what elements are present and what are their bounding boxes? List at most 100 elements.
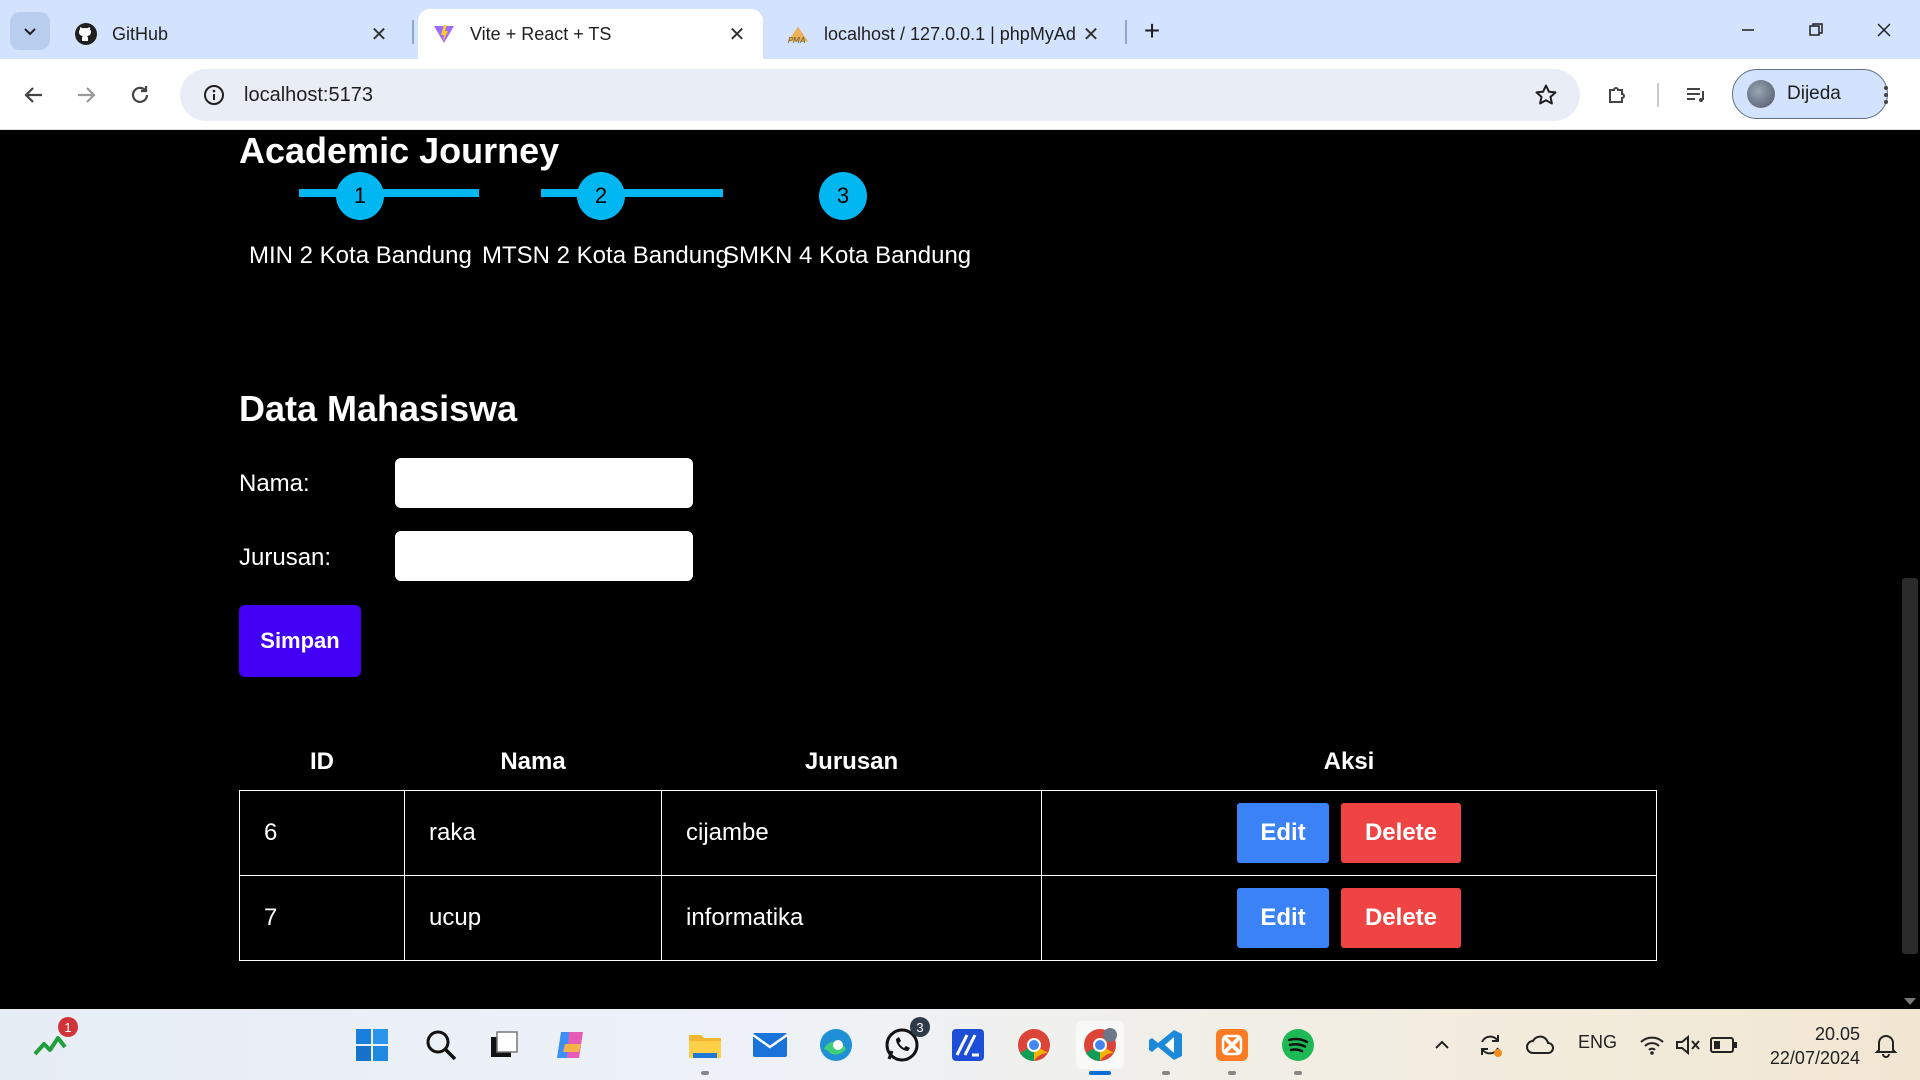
tab-vite[interactable]: Vite + React + TS ✕ [418,9,763,59]
file-explorer-button[interactable] [681,1021,729,1075]
column-header-id: ID [310,748,334,776]
media-control-button[interactable] [1676,75,1716,115]
tab-search-button[interactable] [10,12,50,50]
new-tab-button[interactable]: + [1135,14,1169,48]
chrome-icon [1018,1029,1050,1062]
folder-icon [689,1035,721,1058]
journey-heading: Academic Journey [239,130,560,171]
cell-id: 6 [239,789,405,876]
phpmyadmin-icon: PMA [786,22,810,46]
copilot-button[interactable] [547,1021,595,1069]
chevron-down-icon [24,28,36,36]
address-bar[interactable]: localhost:5173 [180,69,1580,121]
edit-button[interactable]: Edit [1237,887,1329,948]
timeline-label-3: SMKN 4 Kota Bandung [723,242,972,269]
tab-divider [412,20,414,44]
scroll-down-arrow-icon[interactable] [1904,998,1916,1005]
close-icon[interactable]: ✕ [367,22,391,46]
back-button[interactable] [14,75,54,115]
profile-button[interactable]: Dijeda [1732,69,1888,119]
jurusan-input[interactable] [395,531,693,581]
url-text[interactable]: localhost:5173 [244,84,1526,107]
tab-divider [1125,20,1127,44]
edit-button[interactable]: Edit [1237,802,1329,863]
forward-button[interactable] [66,75,106,115]
vpn-app-button[interactable] [944,1021,992,1069]
browser-tab-strip: GitHub ✕ Vite + React + TS ✕ PMA localho… [0,0,1920,59]
xampp-button[interactable] [1208,1021,1256,1075]
reload-icon [131,86,149,103]
start-button[interactable] [348,1021,396,1069]
app-running-indicator [1228,1071,1236,1075]
app-icon [952,1029,984,1061]
battery-tray-button[interactable] [1700,1021,1748,1069]
jurusan-label: Jurusan: [239,544,332,571]
nama-label: Nama: [239,470,310,497]
minimize-icon [1742,29,1754,31]
browser-menu-button[interactable] [1866,75,1906,115]
vite-icon [432,22,456,46]
onedrive-tray-button[interactable] [1516,1021,1564,1069]
close-window-button[interactable] [1862,10,1906,50]
delete-button[interactable]: Delete [1341,887,1461,948]
close-icon [1877,23,1891,37]
edge-button[interactable] [812,1021,860,1069]
spotify-button[interactable] [1274,1021,1322,1075]
puzzle-icon [1609,87,1625,103]
battery-icon [1710,1037,1737,1053]
table-row: 7 ucup informatika Edit Delete [239,874,1657,961]
nama-input[interactable] [395,458,693,508]
simpan-button[interactable]: Simpan [239,605,361,677]
search-button[interactable] [417,1021,465,1069]
arrow-right-icon [78,87,96,103]
column-header-aksi: Aksi [1323,748,1375,776]
app-running-indicator [701,1071,709,1075]
extensions-button[interactable] [1598,75,1638,115]
data-mahasiswa-heading: Data Mahasiswa [239,388,518,429]
avatar [1747,80,1775,108]
vscode-button[interactable] [1142,1021,1190,1075]
spotify-icon [1282,1029,1314,1061]
system-clock[interactable]: 20.05 22/07/2024 [1760,1022,1860,1070]
page-viewport: Academic Journey 1 2 3 MIN 2 Kota Bandun… [0,130,1920,1009]
mail-button[interactable] [746,1021,794,1069]
close-icon[interactable]: ✕ [1079,22,1103,46]
tab-github[interactable]: GitHub ✕ [60,9,405,59]
task-view-icon [491,1031,518,1057]
widgets-button[interactable]: 1 [26,1017,78,1069]
notification-badge: 3 [910,1017,930,1037]
whatsapp-button[interactable]: 3 [878,1017,930,1069]
minimize-button[interactable] [1726,10,1770,50]
playlist-icon [1687,88,1704,102]
delete-button[interactable]: Delete [1341,802,1461,863]
vertical-scrollbar[interactable] [1900,130,1920,1009]
tab-phpmyadmin[interactable]: PMA localhost / 127.0.0.1 | phpMyAd ✕ [772,9,1117,59]
tab-title: GitHub [112,23,169,44]
scrollbar-thumb[interactable] [1902,578,1918,954]
windows-taskbar: 1 3 ENG 20.05 22/07/2024 [0,1009,1920,1080]
tab-title: Vite + React + TS [470,23,612,44]
show-hidden-icons-button[interactable] [1418,1021,1466,1069]
chrome-profile-button[interactable] [1076,1021,1124,1075]
bookmark-star-icon[interactable] [1526,83,1566,107]
cell-jurusan: informatika [661,874,1042,961]
github-icon [74,22,98,46]
clock-date: 22/07/2024 [1769,1048,1860,1068]
academic-timeline: 1 2 3 MIN 2 Kota Bandung MTSN 2 Kota Ban… [239,172,999,282]
reload-button[interactable] [120,75,160,115]
notification-center-button[interactable] [1862,1021,1910,1069]
timeline-step-2: 2 [577,172,625,220]
task-view-button[interactable] [480,1021,528,1069]
restore-button[interactable] [1794,10,1838,50]
app-active-indicator [1089,1071,1111,1075]
volume-muted-icon [1676,1034,1700,1056]
table-header-row: ID Nama Jurusan Aksi [240,735,1657,790]
chrome-button[interactable] [1010,1021,1058,1069]
app-running-indicator [1162,1071,1170,1075]
close-icon[interactable]: ✕ [725,22,749,46]
copilot-icon [557,1032,583,1058]
site-info-icon[interactable] [194,84,234,106]
input-language-indicator[interactable]: ENG [1578,1032,1617,1053]
more-vertical-icon [1884,86,1888,104]
sync-tray-button[interactable] [1466,1021,1514,1069]
